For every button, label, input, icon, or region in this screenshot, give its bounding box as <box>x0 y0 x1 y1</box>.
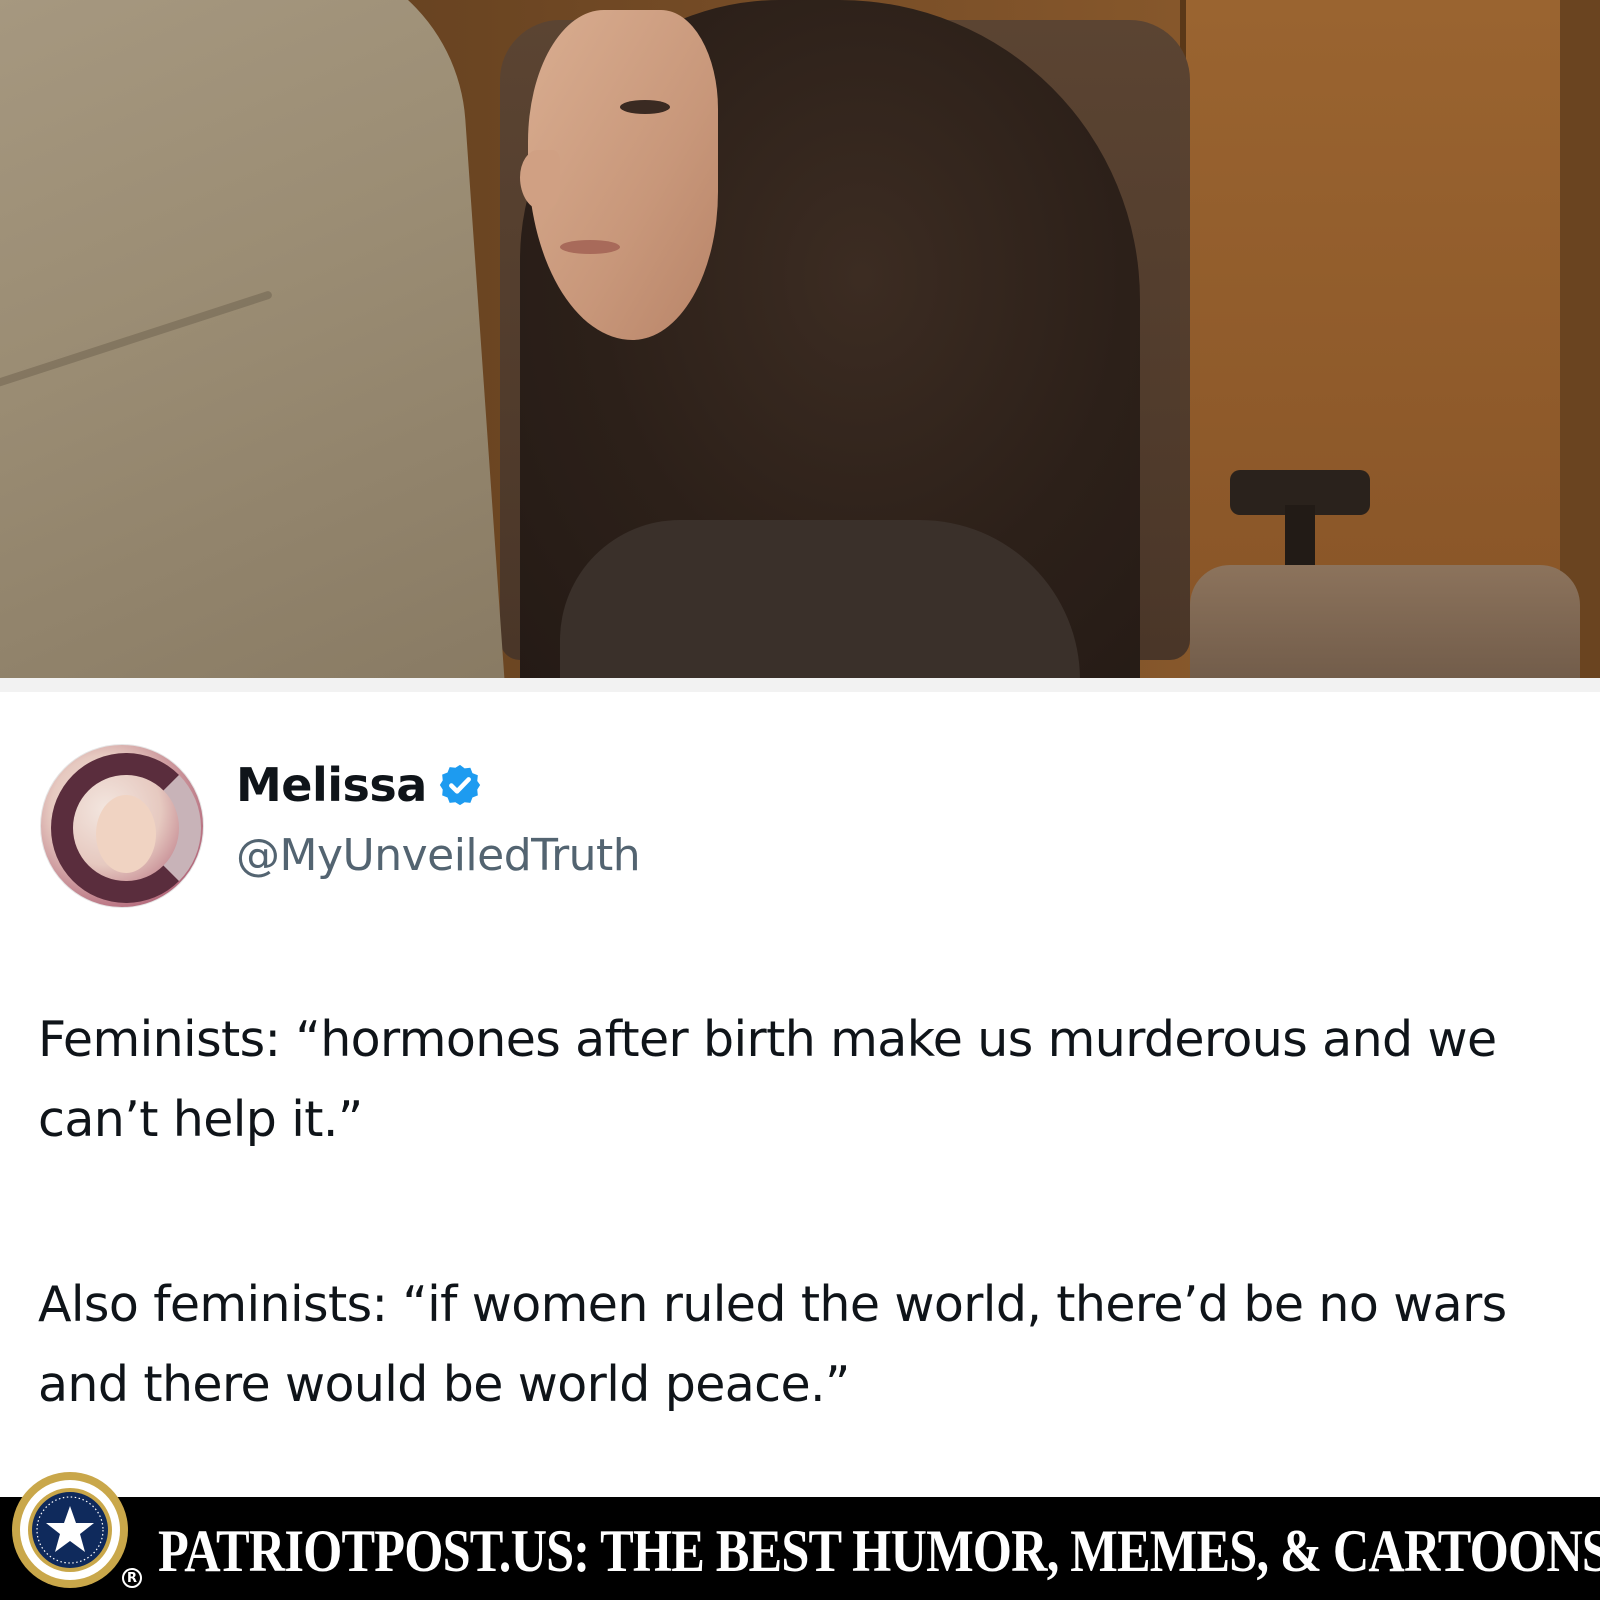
user-handle[interactable]: @MyUnveiledTruth <box>236 830 641 881</box>
foreground-shoulder <box>0 0 506 692</box>
photo-divider <box>0 678 1600 692</box>
display-name[interactable]: Melissa <box>236 758 427 812</box>
author-name-row: Melissa <box>236 758 483 812</box>
avatar[interactable] <box>40 744 204 908</box>
tweet-paragraph-1: Feminists: “hormones after birth make us… <box>38 1011 1497 1148</box>
verified-badge-icon <box>439 764 480 806</box>
registered-mark-icon: R <box>122 1568 142 1588</box>
woman-eye <box>620 100 670 114</box>
tweet-paragraph-2: Also feminists: “if women ruled the worl… <box>38 1276 1507 1413</box>
woman-nose <box>520 150 560 210</box>
woman-clothing <box>560 520 1080 692</box>
patriot-post-seal-icon <box>12 1472 128 1588</box>
chair-post <box>1285 505 1315 565</box>
chair-seat <box>1190 565 1580 692</box>
shoulder-fold <box>0 290 273 409</box>
woman-lips <box>560 240 620 254</box>
avatar-face <box>96 795 156 873</box>
footer-banner-text[interactable]: PATRIOTPOST.US: THE BEST HUMOR, MEMES, &… <box>158 1502 1600 1600</box>
tweet-photo[interactable] <box>0 0 1600 692</box>
